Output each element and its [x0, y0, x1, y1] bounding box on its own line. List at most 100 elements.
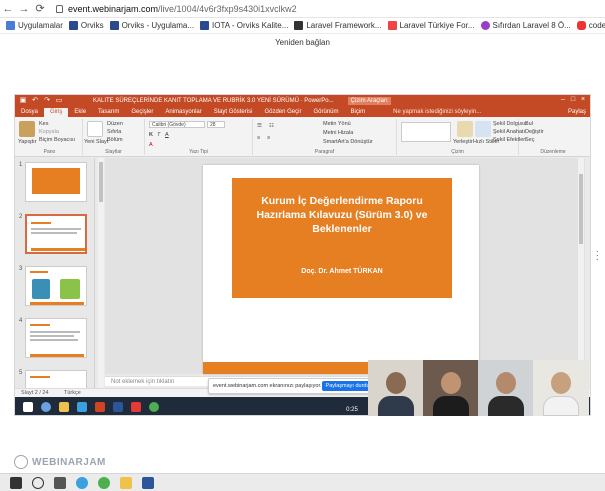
- share-button[interactable]: Paylaş: [562, 108, 590, 117]
- current-slide[interactable]: Kurum İç Değerlendirme Raporu Hazırlama …: [203, 165, 479, 374]
- clipboard-group: Yapıştır Kes Kopyala Biçim Boyacısı Pano: [17, 119, 83, 155]
- underline-icon[interactable]: A: [165, 132, 169, 138]
- italic-icon[interactable]: T: [157, 132, 160, 138]
- bookmark-orviks-app[interactable]: Orviks - Uygulama...: [109, 21, 194, 30]
- title-box[interactable]: Kurum İç Değerlendirme Raporu Hazırlama …: [232, 178, 452, 298]
- section-button[interactable]: Bölüm: [107, 137, 123, 143]
- bookmark-sifirdan-laravel[interactable]: Sıfırdan Laravel 8 Ö...: [480, 21, 571, 30]
- tab-review[interactable]: Gözden Geçir: [258, 108, 307, 117]
- align-text-button[interactable]: Metni Hizala: [323, 130, 353, 136]
- forward-icon[interactable]: →: [16, 1, 32, 17]
- more-options-icon[interactable]: · · ·: [596, 247, 599, 265]
- word-icon[interactable]: [142, 476, 154, 489]
- back-icon[interactable]: ←: [0, 1, 16, 17]
- windows-start-icon[interactable]: [23, 402, 33, 412]
- paste-icon[interactable]: [19, 121, 35, 137]
- laravel-icon: [387, 21, 397, 30]
- bookmark-apps[interactable]: Uygulamalar: [6, 21, 63, 30]
- slide-thumbnail-1[interactable]: [25, 162, 87, 202]
- new-slide-icon[interactable]: [87, 121, 103, 137]
- file-explorer-icon[interactable]: [120, 476, 132, 489]
- tab-format[interactable]: Biçim: [344, 108, 371, 117]
- reload-icon[interactable]: ⟳: [32, 1, 48, 17]
- save-icon[interactable]: ▣: [19, 97, 27, 105]
- participant-body: [378, 396, 414, 416]
- slide-thumbnail-2[interactable]: [25, 214, 87, 254]
- close-icon[interactable]: ×: [578, 96, 588, 103]
- bookmark-iota[interactable]: IOTA - Orviks Kalite...: [200, 21, 288, 30]
- tab-home[interactable]: Giriş: [44, 108, 69, 117]
- search-icon[interactable]: [41, 402, 51, 412]
- cut-button[interactable]: Kes: [39, 121, 48, 127]
- edge-icon[interactable]: [76, 476, 88, 489]
- font-size-select[interactable]: 28: [207, 121, 225, 128]
- copy-button[interactable]: Kopyala: [39, 129, 59, 135]
- slide-thumbnail-5[interactable]: [25, 370, 87, 388]
- replace-button[interactable]: Değiştir: [525, 129, 544, 135]
- tab-design[interactable]: Tasarım: [92, 108, 125, 117]
- select-button[interactable]: Seç: [525, 137, 534, 143]
- webcam-tile-3[interactable]: [478, 360, 534, 416]
- orviks-icon: [68, 21, 78, 30]
- participant-head: [441, 372, 461, 394]
- bookmark-orviks[interactable]: Orviks: [68, 21, 104, 30]
- tab-transitions[interactable]: Geçişler: [125, 108, 159, 117]
- slide-thumbnail-3[interactable]: [25, 266, 87, 306]
- word-icon[interactable]: [113, 402, 123, 412]
- webcam-tile-1[interactable]: [368, 360, 424, 416]
- tab-file[interactable]: Dosya: [15, 108, 44, 117]
- thumb-line: [30, 335, 74, 337]
- reset-button[interactable]: Sıfırla: [107, 129, 121, 135]
- align-left-icon[interactable]: ≡: [257, 135, 260, 141]
- url-field[interactable]: event.webinarjam.com/live/1004/4v6r3fxp9…: [56, 4, 297, 14]
- align-center-icon[interactable]: ≡: [267, 135, 270, 141]
- webcam-tile-2[interactable]: [423, 360, 479, 416]
- scroll-knob[interactable]: [579, 174, 583, 244]
- reconnect-link[interactable]: Yeniden bağlan: [0, 36, 605, 49]
- tab-animations[interactable]: Animasyonlar: [159, 108, 207, 117]
- edge-icon[interactable]: [77, 402, 87, 412]
- thumbnails-scrollbar[interactable]: [98, 158, 104, 388]
- slide-title: Kurum İç Değerlendirme Raporu Hazırlama …: [256, 195, 428, 235]
- format-painter-button[interactable]: Biçim Boyacısı: [39, 137, 75, 143]
- quick-styles-icon[interactable]: [475, 121, 491, 137]
- layout-button[interactable]: Düzen: [107, 121, 123, 127]
- bookmark-laravel-framework[interactable]: Laravel Framework...: [294, 21, 382, 30]
- bullets-icon[interactable]: ☰: [257, 123, 262, 129]
- scroll-knob[interactable]: [99, 162, 103, 202]
- slide-thumbnail-4[interactable]: [25, 318, 87, 358]
- webcam-tile-4[interactable]: [533, 360, 589, 416]
- chrome-icon[interactable]: [98, 476, 110, 489]
- pdf-icon[interactable]: [131, 402, 141, 412]
- font-color-icon[interactable]: A: [149, 142, 153, 148]
- bookmark-laravel-turkiye[interactable]: Laravel Türkiye For...: [387, 21, 475, 30]
- slide-scrollbar[interactable]: [578, 158, 584, 372]
- windows-start-icon[interactable]: [10, 476, 22, 489]
- numbering-icon[interactable]: ☷: [269, 123, 274, 129]
- powerpoint-icon[interactable]: [95, 402, 105, 412]
- chrome-icon[interactable]: [149, 402, 159, 412]
- bold-icon[interactable]: K: [149, 132, 153, 138]
- redo-icon[interactable]: ↷: [43, 97, 51, 105]
- thumb-line: [31, 228, 81, 230]
- smartart-button[interactable]: SmartArt'a Dönüştür: [323, 139, 373, 145]
- shapes-gallery[interactable]: [401, 122, 451, 142]
- tab-slideshow[interactable]: Slayt Gösterisi: [208, 108, 259, 117]
- task-view-icon[interactable]: [54, 476, 66, 489]
- bookmark-codeigniter[interactable]: codeigniter hocası: [576, 21, 605, 30]
- tab-insert[interactable]: Ekle: [68, 108, 92, 117]
- arrange-icon[interactable]: [457, 121, 473, 137]
- maximize-icon[interactable]: □: [568, 96, 578, 103]
- file-explorer-icon[interactable]: [59, 402, 69, 412]
- font-name-select[interactable]: Calibri (Gövde): [149, 121, 205, 128]
- text-direction-button[interactable]: Metin Yönü: [323, 121, 351, 127]
- tab-view[interactable]: Görünüm: [307, 108, 344, 117]
- tell-me-search[interactable]: Ne yapmak istediğinizi söyleyin...: [387, 108, 487, 117]
- ribbon: Yapıştır Kes Kopyala Biçim Boyacısı Pano…: [15, 117, 590, 157]
- search-icon[interactable]: [32, 476, 44, 489]
- present-icon[interactable]: ▭: [55, 97, 63, 105]
- undo-icon[interactable]: ↶: [31, 97, 39, 105]
- thumb-line: [30, 339, 78, 341]
- minimize-icon[interactable]: –: [558, 96, 568, 103]
- find-button[interactable]: Bul: [525, 121, 533, 127]
